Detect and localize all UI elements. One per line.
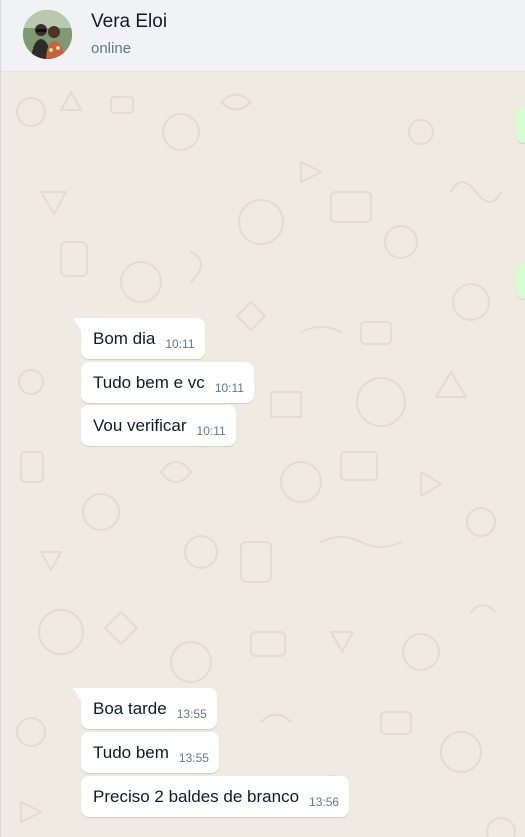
incoming-message[interactable]: Preciso 2 baldes de branco 13:56 (81, 776, 350, 817)
incoming-message[interactable]: Tudo bem 13:55 (81, 732, 219, 773)
contact-status: online (91, 40, 132, 57)
bubble-tail-icon (73, 318, 81, 331)
message-text: Boa tarde (93, 699, 167, 718)
message-time: 13:56 (309, 795, 340, 809)
doodle-wallpaper (16, 91, 516, 837)
incoming-message[interactable]: Vou verificar 10:11 (81, 405, 236, 446)
message-text: Preciso 2 baldes de branco (93, 787, 300, 806)
message-time: 13:55 (176, 707, 207, 721)
message-list[interactable]: O O Bom dia 10:11 Tudo bem e vc 10:11 Vou … (1, 72, 525, 837)
message-time: 10:11 (196, 424, 226, 438)
message-time: 13:55 (178, 751, 209, 765)
incoming-message[interactable]: Tudo bem e vc 10:11 (81, 362, 254, 403)
message-time: 10:11 (214, 381, 244, 395)
message-text: Tudo bem e vc (93, 373, 205, 392)
incoming-message[interactable]: Bom dia 10:11 (73, 318, 205, 359)
chat-header[interactable]: Vera Eloi online (1, 0, 525, 72)
outgoing-message[interactable]: O (516, 263, 525, 299)
outgoing-message[interactable]: O (516, 107, 525, 143)
avatar-photo-icon (23, 10, 72, 59)
contact-name[interactable]: Vera Eloi (91, 11, 167, 33)
bubble-tail-icon (73, 688, 81, 701)
message-time: 10:11 (165, 337, 195, 351)
message-text: Bom dia (93, 329, 156, 348)
message-text: Vou verificar (93, 416, 187, 435)
incoming-message[interactable]: Boa tarde 13:55 (73, 688, 217, 729)
contact-avatar[interactable] (23, 10, 72, 59)
message-text: Tudo bem (93, 743, 169, 762)
chat-window: Vera Eloi online Bom dia 10:11 Tudo bem … (0, 0, 525, 837)
